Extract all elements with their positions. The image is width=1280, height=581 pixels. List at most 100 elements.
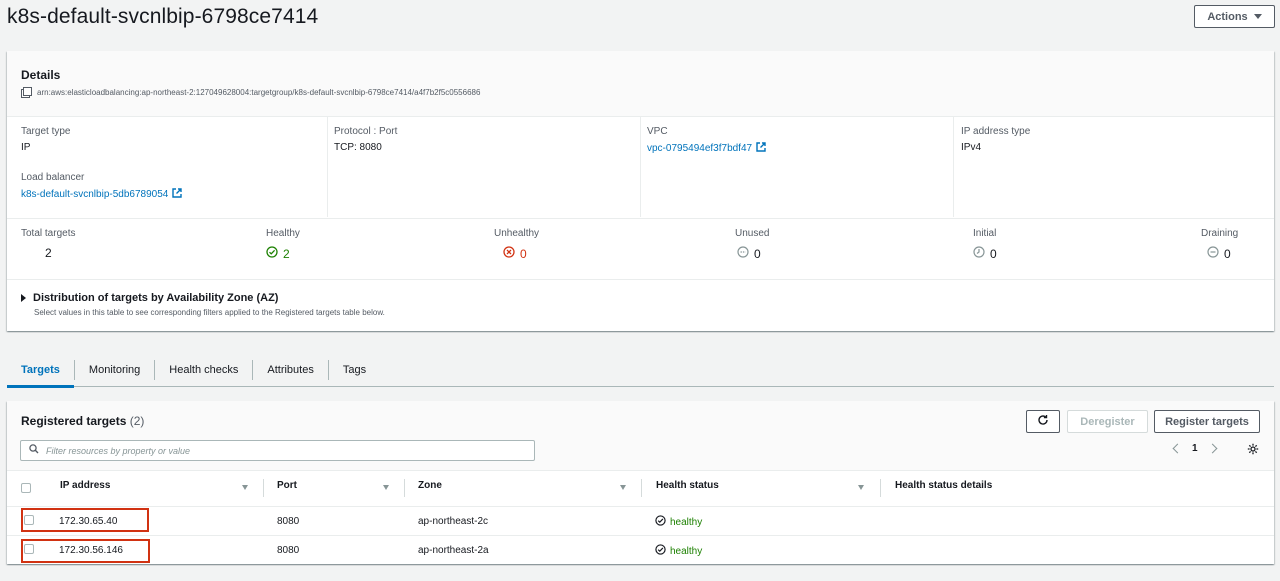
unused-label: Unused (735, 228, 770, 239)
refresh-button[interactable] (1026, 410, 1060, 433)
tab-attributes[interactable]: Attributes (253, 353, 327, 386)
distribution-toggle[interactable]: Distribution of targets by Availability … (21, 292, 278, 304)
healthy-stat[interactable]: Healthy 2 (266, 228, 300, 261)
tab-health-checks[interactable]: Health checks (155, 353, 252, 386)
row-divider (7, 506, 1274, 507)
column-divider (263, 479, 264, 497)
arn-row: arn:aws:elasticloadbalancing:ap-northeas… (21, 87, 481, 98)
external-link-icon (172, 188, 183, 198)
gear-icon[interactable] (1247, 443, 1259, 458)
cell-port: 8080 (277, 545, 300, 556)
ip-type-label: IP address type (961, 126, 1031, 137)
column-header-ip[interactable]: IP address (60, 480, 110, 491)
sort-icon[interactable] (858, 485, 864, 490)
minus-circle-icon (737, 246, 749, 261)
cell-zone: ap-northeast-2a (418, 545, 489, 556)
total-targets-stat: Total targets 2 (21, 228, 75, 260)
column-divider (641, 479, 642, 497)
cell-zone: ap-northeast-2c (418, 516, 489, 527)
check-circle-icon (655, 515, 666, 529)
deregister-button[interactable]: Deregister (1067, 410, 1148, 433)
distribution-description: Select values in this table to see corre… (34, 308, 385, 317)
protocol-port-field: Protocol : Port TCP: 8080 (334, 126, 397, 153)
page-title: k8s-default-svcnlbip-6798ce7414 (7, 5, 319, 28)
unused-stat[interactable]: Unused 0 (735, 228, 769, 261)
distribution-title: Distribution of targets by Availability … (33, 292, 279, 304)
target-type-value: IP (21, 142, 31, 153)
caret-down-icon (1253, 14, 1262, 19)
copy-icon[interactable] (21, 87, 32, 98)
column-header-health-details[interactable]: Health status details (895, 480, 992, 491)
unused-value: 0 (754, 246, 761, 261)
cell-health-status: healthy (655, 515, 702, 529)
initial-stat[interactable]: Initial 0 (973, 228, 997, 261)
total-targets-label: Total targets (21, 228, 76, 239)
actions-label: Actions (1207, 10, 1248, 23)
target-type-field: Target type IP (21, 126, 70, 153)
tab-tags[interactable]: Tags (329, 353, 380, 386)
pagination: 1 (1172, 443, 1218, 454)
column-header-health-status[interactable]: Health status (656, 480, 719, 491)
divider (7, 218, 1274, 219)
tab-monitoring[interactable]: Monitoring (75, 353, 154, 386)
cell-port: 8080 (277, 516, 300, 527)
vpc-link[interactable]: vpc-0795494ef3f7bdf47 (647, 143, 752, 154)
ip-type-field: IP address type IPv4 (961, 126, 1030, 153)
details-title: Details (21, 68, 61, 82)
column-divider (640, 117, 641, 217)
details-panel: Details arn:aws:elasticloadbalancing:ap-… (7, 51, 1274, 331)
unhealthy-label: Unhealthy (494, 228, 540, 239)
unhealthy-value: 0 (520, 246, 527, 261)
draining-label: Draining (1201, 228, 1239, 239)
column-header-port[interactable]: Port (277, 480, 297, 491)
initial-value: 0 (990, 246, 997, 261)
healthy-label: Healthy (266, 228, 300, 239)
column-divider (327, 117, 328, 217)
register-targets-button[interactable]: Register targets (1154, 410, 1260, 433)
registered-targets-label: Registered targets (21, 414, 127, 428)
draining-value: 0 (1224, 246, 1231, 261)
row-divider (7, 535, 1274, 536)
registered-targets-panel: Registered targets (2) Deregister Regist… (7, 401, 1274, 564)
protocol-port-label: Protocol : Port (334, 126, 398, 137)
healthy-value: 2 (283, 246, 290, 261)
page-number[interactable]: 1 (1192, 443, 1198, 454)
external-link-icon (756, 142, 766, 152)
tab-bar: Targets Monitoring Health checks Attribu… (7, 353, 1274, 388)
load-balancer-link[interactable]: k8s-default-svcnlbip-5db6789054 (21, 189, 168, 200)
search-input[interactable]: Filter resources by property or value (20, 440, 535, 461)
vpc-label: VPC (647, 126, 668, 137)
select-all-checkbox[interactable] (21, 483, 31, 493)
details-header (7, 51, 1274, 117)
sort-icon[interactable] (383, 485, 389, 490)
sort-icon[interactable] (620, 485, 626, 490)
column-divider (880, 479, 881, 497)
search-icon (29, 444, 39, 457)
sort-icon[interactable] (242, 485, 248, 490)
check-circle-icon (655, 544, 666, 558)
protocol-port-value: TCP: 8080 (334, 142, 382, 153)
draining-stat[interactable]: Draining 0 (1201, 228, 1238, 261)
divider (7, 279, 1274, 280)
chevron-left-icon[interactable] (1172, 443, 1183, 454)
health-status-text: healthy (670, 545, 703, 557)
highlight-box (21, 539, 150, 563)
vpc-field: VPC vpc-0795494ef3f7bdf47 (647, 126, 766, 154)
registered-targets-title: Registered targets (2) (21, 414, 144, 428)
search-placeholder: Filter resources by property or value (46, 445, 191, 456)
cell-health-status: healthy (655, 544, 702, 558)
x-circle-icon (503, 246, 515, 261)
ip-type-value: IPv4 (961, 142, 982, 153)
tab-targets[interactable]: Targets (7, 353, 74, 388)
column-header-zone[interactable]: Zone (418, 480, 442, 491)
actions-button[interactable]: Actions (1194, 5, 1275, 28)
unhealthy-stat[interactable]: Unhealthy 0 (494, 228, 539, 261)
total-targets-value: 2 (45, 246, 52, 260)
arn-text: arn:aws:elasticloadbalancing:ap-northeas… (37, 87, 481, 97)
chevron-right-icon[interactable] (1207, 443, 1218, 454)
check-circle-icon (266, 246, 278, 261)
health-status-text: healthy (670, 516, 703, 528)
target-type-label: Target type (21, 126, 71, 137)
registered-targets-count: (2) (129, 414, 145, 428)
load-balancer-field: Load balancer k8s-default-svcnlbip-5db67… (21, 172, 183, 200)
